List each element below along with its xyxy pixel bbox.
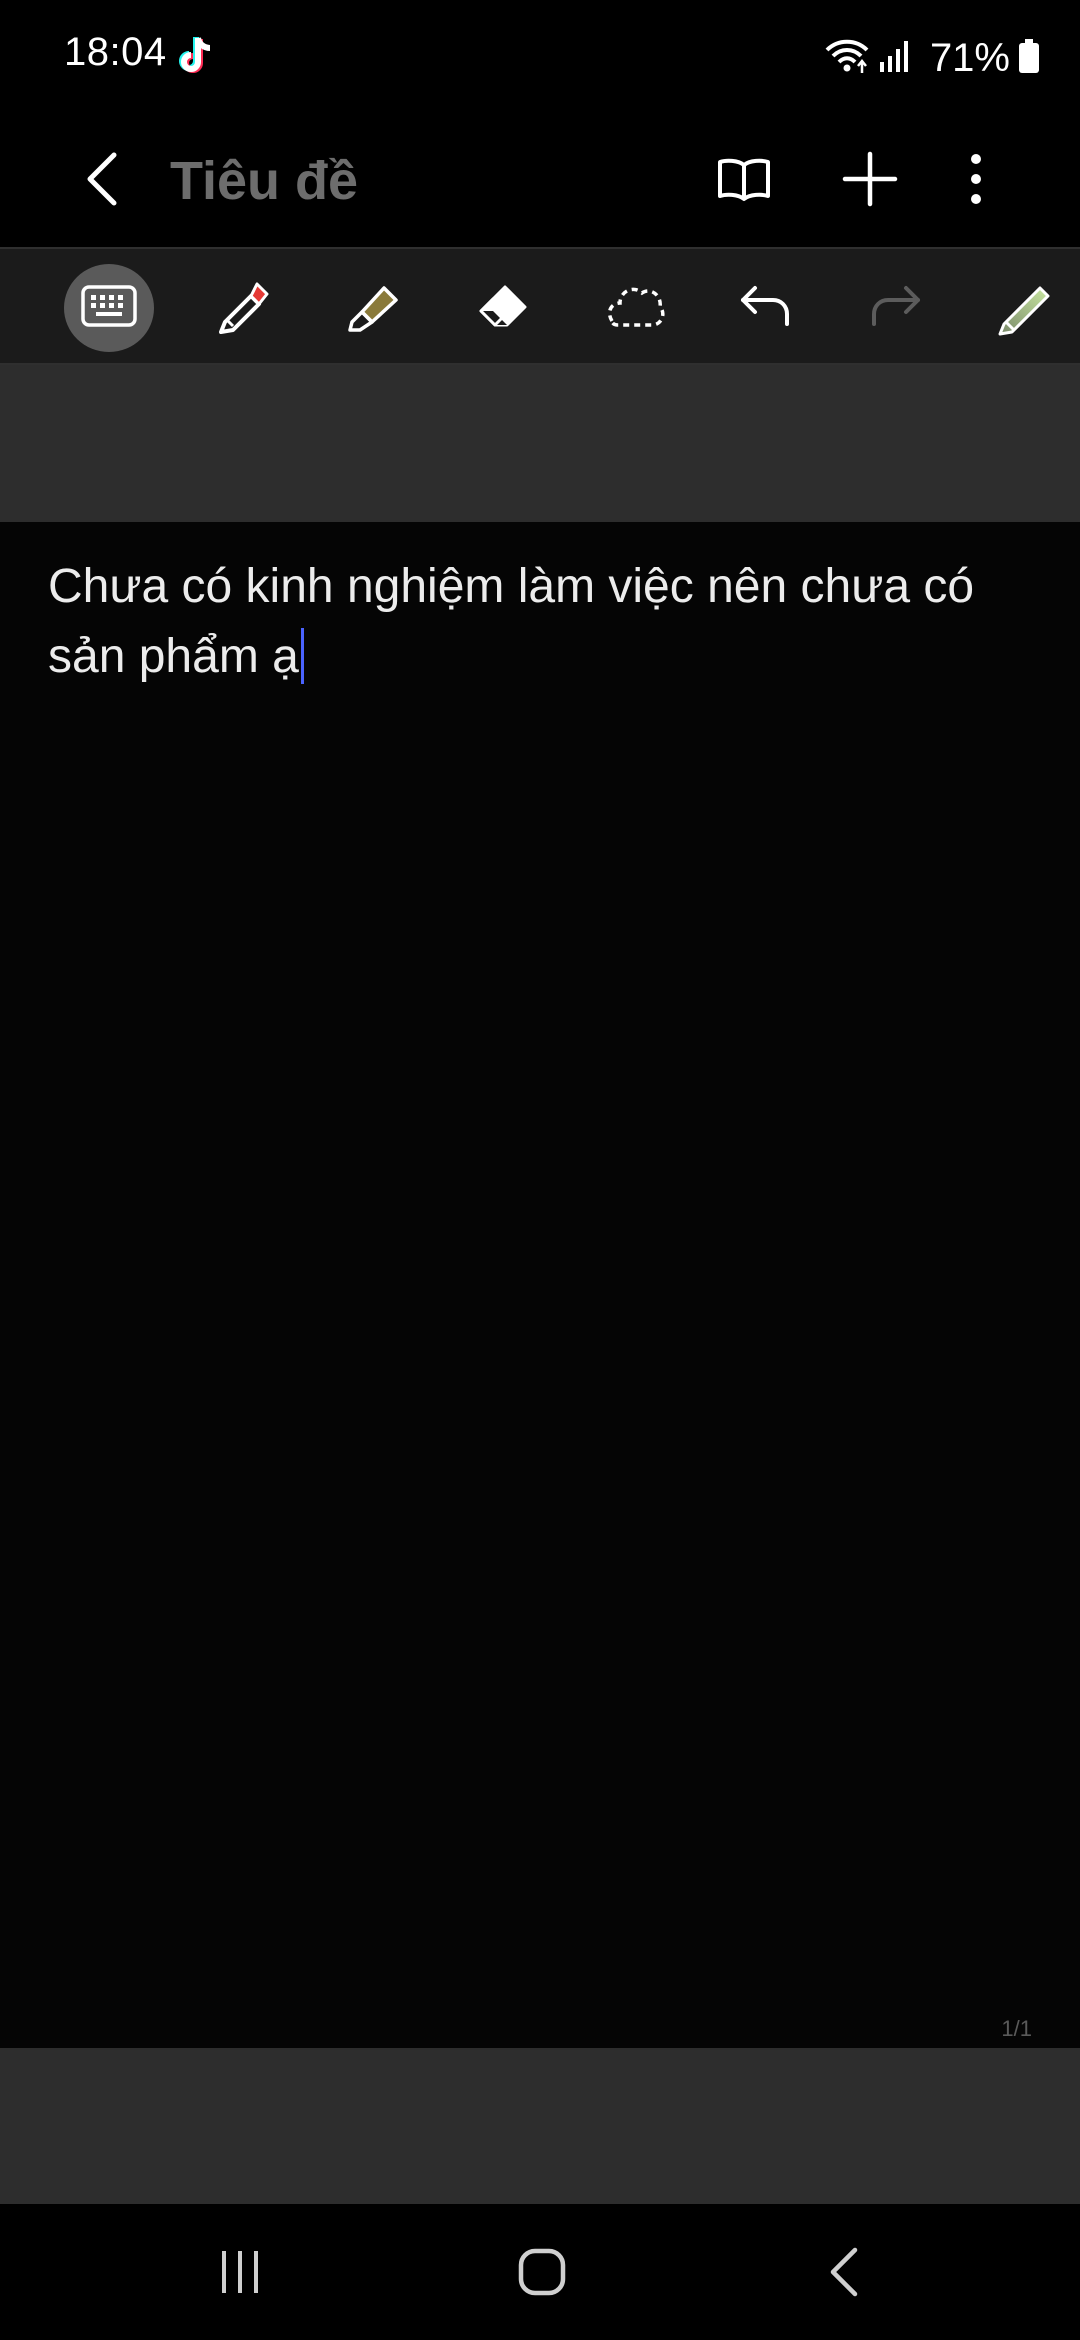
more-vertical-icon [968,153,984,210]
page-indicator: 1/1 [1001,2016,1032,2041]
note-body-text[interactable]: Chưa có kinh nghiệm làm việc nên chưa có… [48,552,1038,692]
add-page-button[interactable] [826,137,914,225]
lasso-icon [604,281,666,336]
nav-back-button[interactable] [784,2234,904,2314]
home-icon [517,2247,567,2302]
book-icon [716,155,772,208]
highlighter-tool-button[interactable] [327,264,417,352]
battery-icon [1018,38,1040,79]
eraser-icon [475,281,531,336]
battery-percentage: 71% [929,35,1010,80]
back-button[interactable] [60,139,144,223]
note-title[interactable]: Tiêu đề [170,143,358,219]
signal-icon [878,38,914,79]
redo-button[interactable] [851,264,941,352]
page-margin-bottom [0,2048,1080,2204]
tiktok-icon [176,34,216,78]
recents-icon [216,2249,264,2300]
back-arrow-icon [82,149,122,214]
app-bar: Tiêu đề [0,115,1080,247]
pen-icon [211,276,271,341]
note-body-content: Chưa có kinh nghiệm làm việc nên chưa có… [48,560,975,683]
plus-icon [842,151,898,212]
status-bar: 18:04 71% [0,0,1080,115]
note-canvas[interactable]: Chưa có kinh nghiệm làm việc nên chưa có… [0,522,1080,2048]
text-cursor [300,628,304,684]
undo-icon [739,284,791,333]
highlighter-icon [342,276,402,341]
home-button[interactable] [482,2234,602,2314]
redo-icon [870,284,922,333]
reading-mode-button[interactable] [700,137,788,225]
lasso-tool-button[interactable] [590,264,680,352]
more-options-button[interactable] [932,137,1020,225]
system-navigation-bar [0,2204,1080,2340]
pen-tool-button[interactable] [196,264,286,352]
page-margin-top [0,365,1080,522]
wifi-icon [824,36,870,81]
back-icon [827,2246,861,2303]
eraser-tool-button[interactable] [458,264,548,352]
undo-button[interactable] [720,264,810,352]
recents-button[interactable] [180,2234,300,2314]
status-time: 18:04 [64,30,167,74]
pen-toolbar [0,247,1080,365]
pencil-icon [990,274,1060,343]
pen-settings-button[interactable] [980,264,1070,352]
keyboard-icon [81,284,137,332]
keyboard-tool-button[interactable] [64,264,154,352]
status-icons: 71% [824,30,1040,86]
